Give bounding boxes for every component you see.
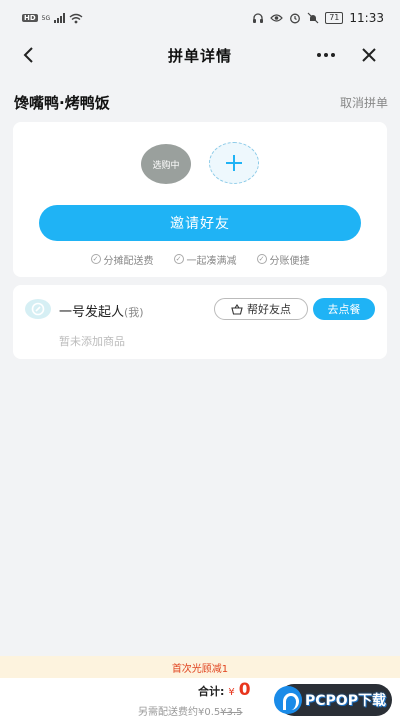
network-type: 5G: [41, 14, 51, 22]
add-member-slot[interactable]: [209, 142, 259, 184]
cancel-group-order-link[interactable]: 取消拼单: [340, 94, 388, 111]
nav-bar: 拼单详情: [0, 36, 400, 74]
check-circle-icon: ✓: [173, 254, 184, 264]
mute-icon: [307, 12, 319, 24]
member-card: 一号发起人(我) 帮好友点 去点餐 暂未添加商品: [13, 285, 387, 359]
perk-label: 分账便捷: [269, 255, 310, 267]
initiator-avatar-selecting: 选购中: [141, 144, 191, 184]
check-circle-icon: ✓: [90, 254, 101, 264]
eye-icon: [270, 14, 284, 22]
back-button[interactable]: [16, 42, 42, 68]
member-self-tag: (我): [124, 306, 144, 319]
headphones-icon: [253, 13, 264, 23]
perk-item: ✓ 分账便捷: [256, 250, 310, 268]
status-bar: HD 5G 71 11:33: [0, 0, 400, 36]
delivery-fee-original: ¥3.5: [220, 707, 243, 718]
perk-label: 分摊配送费: [103, 255, 154, 267]
help-friend-order-label: 帮好友点: [247, 303, 291, 316]
discount-banner: 首次光顾减1: [0, 656, 400, 678]
delivery-fee-text: 另需配送费约¥0.5: [138, 707, 221, 718]
delivery-fee-note: 另需配送费约¥0.5¥3.5: [138, 703, 243, 718]
alarm-icon: [290, 13, 301, 24]
perk-item: ✓ 分摊配送费: [90, 250, 154, 268]
invite-card: 选购中 邀请好友 ✓ 分摊配送费 ✓ 一起凑满减 ✓ 分账便捷: [13, 122, 387, 277]
signal-icon: [54, 13, 66, 23]
status-left: HD 5G: [22, 13, 83, 24]
total-value: 0: [238, 680, 251, 700]
wifi-icon: [69, 13, 83, 23]
watermark-text: PCPOP下载: [305, 693, 386, 709]
page-title: 拼单详情: [167, 46, 232, 65]
selecting-label: 选购中: [152, 160, 180, 171]
more-button[interactable]: [312, 42, 340, 68]
user-avatar-icon: [31, 302, 45, 316]
empty-cart-note: 暂未添加商品: [59, 335, 125, 348]
basket-icon: [231, 303, 243, 315]
total-label: 合计:: [198, 685, 225, 698]
shop-row: 馋嘴鸭·烤鸭饭 取消拼单: [14, 90, 388, 114]
go-order-button[interactable]: 去点餐: [313, 298, 375, 320]
member-name: 一号发起人(我): [59, 301, 144, 320]
close-button[interactable]: [356, 42, 382, 68]
total-row: 合计: ¥ 0: [198, 680, 251, 700]
pcpop-logo-icon: [274, 686, 302, 714]
plus-icon: [226, 155, 242, 171]
member-avatar: [25, 299, 51, 319]
more-dots-icon: [317, 53, 335, 57]
perk-item: ✓ 一起凑满减: [173, 250, 237, 268]
check-circle-icon: ✓: [256, 254, 267, 264]
watermark-logo: PCPOP下载: [274, 682, 398, 718]
member-name-text: 一号发起人: [59, 305, 125, 320]
status-right: 71 11:33: [252, 11, 384, 25]
perks-row: ✓ 分摊配送费 ✓ 一起凑满减 ✓ 分账便捷: [13, 250, 387, 268]
total-currency: ¥: [228, 687, 235, 698]
hd-badge: HD: [22, 14, 38, 22]
battery-indicator: 71: [325, 12, 344, 24]
status-time: 11:33: [349, 11, 384, 25]
close-icon: [362, 48, 376, 62]
perk-label: 一起凑满减: [186, 255, 237, 267]
shop-name: 馋嘴鸭·烤鸭饭: [14, 93, 110, 112]
chevron-left-icon: [23, 47, 33, 63]
invite-friends-button[interactable]: 邀请好友: [39, 205, 361, 241]
help-friend-order-button[interactable]: 帮好友点: [214, 298, 308, 320]
